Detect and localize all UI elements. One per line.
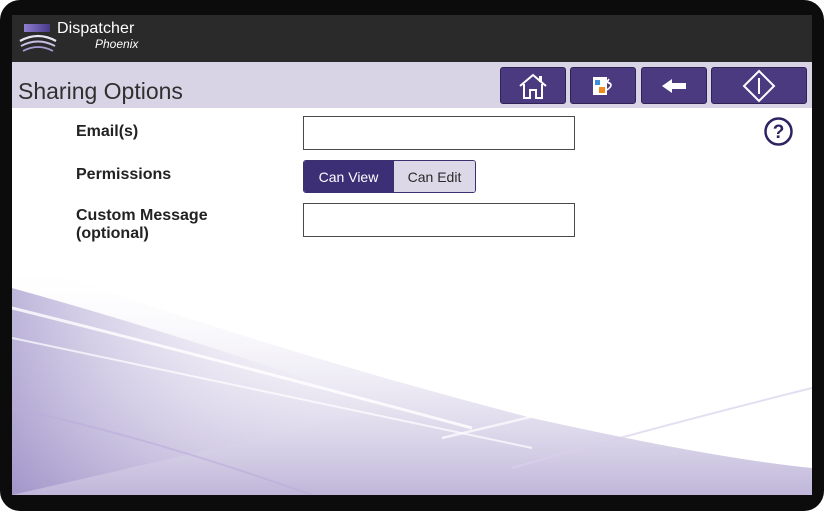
start-button[interactable] (711, 67, 807, 104)
screen: Dispatcher Phoenix Sharing Options Email… (12, 15, 812, 495)
custom-message-label: Custom Message (optional) (76, 207, 208, 243)
dispatcher-logo-icon (19, 24, 57, 52)
email-input[interactable] (303, 116, 575, 150)
start-icon (742, 69, 776, 102)
top-bar: Dispatcher Phoenix (12, 15, 812, 62)
svg-text:?: ? (773, 122, 785, 143)
page-title: Sharing Options (18, 78, 183, 104)
custom-message-label-line1: Custom Message (76, 207, 208, 224)
back-button[interactable] (641, 67, 707, 104)
permissions-toggle: Can View Can Edit (303, 160, 476, 193)
brand-subtitle: Phoenix (95, 37, 139, 51)
home-button[interactable] (500, 67, 566, 104)
can-view-option[interactable]: Can View (304, 161, 393, 192)
form-area: Email(s) Permissions Can View Can Edit C… (12, 108, 812, 495)
title-bar: Sharing Options (12, 62, 812, 108)
email-label: Email(s) (76, 123, 139, 140)
brand-name: Dispatcher (57, 20, 135, 37)
custom-message-label-line2: (optional) (76, 225, 149, 242)
permissions-label: Permissions (76, 166, 172, 183)
workflow-button[interactable] (570, 67, 636, 104)
back-arrow-icon (662, 78, 686, 93)
can-edit-option[interactable]: Can Edit (393, 161, 475, 192)
workflow-icon (593, 76, 612, 95)
help-icon[interactable]: ? (764, 117, 793, 146)
home-icon (519, 73, 547, 99)
device-frame: Dispatcher Phoenix Sharing Options Email… (0, 0, 824, 511)
custom-message-input[interactable] (303, 203, 575, 237)
